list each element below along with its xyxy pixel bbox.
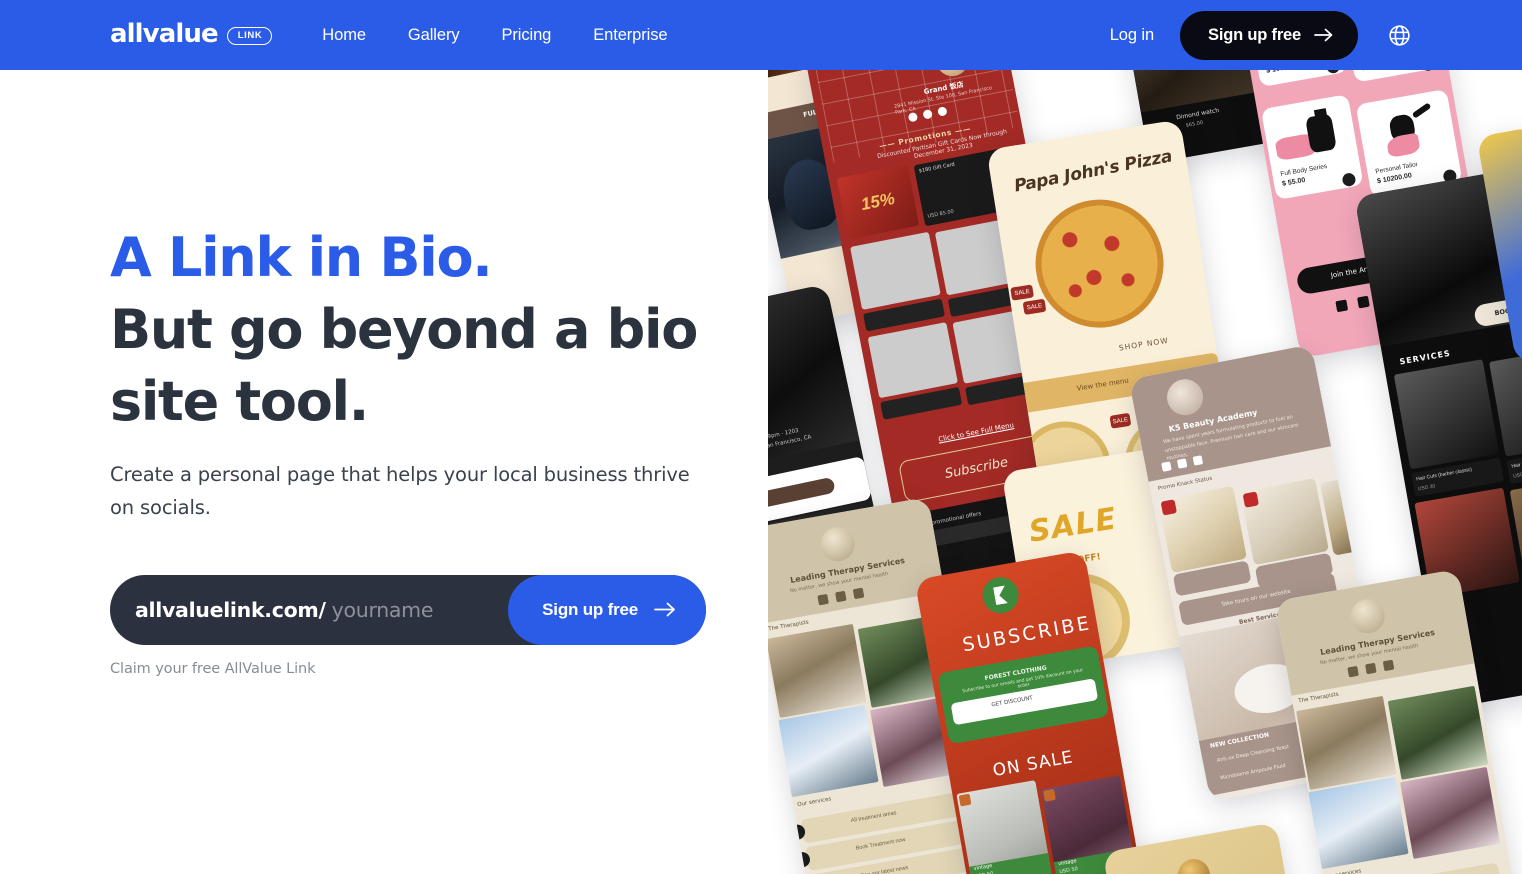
menu-photo-3 — [867, 322, 958, 399]
youtube-icon — [1382, 659, 1395, 672]
waffle-image — [768, 321, 775, 387]
nav-right-group: Log in Sign up free — [1110, 10, 1522, 60]
landing-page: allvalue LINK Home Gallery Pricing Enter… — [0, 0, 1522, 874]
facebook-icon — [1161, 461, 1172, 472]
discount-badge: 15% — [836, 164, 920, 240]
section-services: Our services — [1327, 868, 1362, 874]
service-photo-1 — [1393, 359, 1500, 470]
facebook-icon — [1335, 299, 1349, 313]
youtube-icon — [852, 587, 865, 600]
therapist-photo-3 — [1308, 776, 1409, 870]
section-services: Our services — [796, 796, 832, 809]
logo-wordmark: allvalue — [110, 19, 219, 49]
facebook-icon — [835, 590, 847, 603]
hero-subtitle: Create a personal page that helps your l… — [110, 463, 690, 520]
hero-heading-line2: But go beyond a bio — [110, 297, 698, 361]
nav-item-gallery[interactable]: Gallery — [408, 26, 460, 45]
nav-item-home[interactable]: Home — [322, 26, 366, 45]
instagram-icon — [1347, 665, 1359, 678]
claim-helper-text: Claim your free AllValue Link — [110, 660, 316, 677]
arrow-right-icon — [1314, 28, 1333, 42]
page-title: A Link in Bio. But go beyond a bio site … — [110, 222, 768, 437]
therapist-photo-1 — [1296, 695, 1397, 790]
papa-johns-title: Papa John's Pizza — [1012, 146, 1174, 197]
sale-badge — [1043, 788, 1056, 802]
hero-section: A Link in Bio. But go beyond a bio site … — [0, 70, 768, 874]
nav-item-enterprise[interactable]: Enterprise — [593, 26, 667, 45]
shop-now-label[interactable]: SHOP NOW — [1118, 336, 1169, 353]
paris-meta: Mon - Sun: 9am - 9pm · 1203 Market Stree… — [768, 427, 813, 460]
avatar — [1175, 856, 1213, 874]
claim-url-bar[interactable]: allvaluelink.com/ Sign up free — [110, 574, 706, 645]
services-heading: SERVICES — [1398, 348, 1452, 367]
hero-heading-accent: A Link in Bio. — [110, 226, 493, 289]
therapist-photo-4 — [1400, 766, 1501, 859]
product-photo-3 — [1319, 475, 1374, 556]
nav-left-group: allvalue LINK Home Gallery Pricing Enter… — [0, 19, 668, 49]
language-globe-button[interactable] — [1384, 20, 1414, 50]
price-band — [969, 852, 1052, 874]
sale-badge — [1160, 499, 1177, 516]
sale-headline: SALE — [1026, 501, 1120, 550]
pizza-image — [1026, 190, 1173, 337]
therapist-photo-1 — [768, 623, 867, 718]
instagram-icon — [817, 593, 829, 606]
nav-signup-button[interactable]: Sign up free — [1180, 10, 1358, 60]
hero-template-collage: Roasted Appetizer FULL MENU → Paris Mon … — [768, 70, 1522, 874]
hero-heading-line3: site tool. — [110, 369, 369, 433]
brand-logo[interactable]: allvalue LINK — [110, 19, 273, 49]
food-photo — [768, 70, 803, 83]
pinterest-icon — [1192, 455, 1204, 466]
nav-signup-label: Sign up free — [1208, 25, 1301, 44]
top-navigation-bar: allvalue LINK Home Gallery Pricing Enter… — [0, 0, 1522, 70]
hero-content: A Link in Bio. But go beyond a bio site … — [0, 70, 768, 677]
sale-badge — [1242, 491, 1260, 508]
sale-tag: SALE — [1010, 284, 1034, 301]
facebook-icon — [1365, 662, 1377, 675]
product-tile-2[interactable] — [1339, 70, 1443, 83]
sale-tag: SALE — [1022, 298, 1047, 315]
hero-signup-label: Sign up free — [542, 599, 638, 619]
on-sale-headline: ON SALE — [991, 747, 1075, 782]
url-prefix-label: allvaluelink.com/ — [135, 597, 326, 622]
sale-tag: SALE — [1109, 412, 1132, 429]
sale-badge — [958, 793, 972, 807]
product-card-1[interactable] — [956, 780, 1052, 874]
main-nav-links: Home Gallery Pricing Enterprise — [322, 26, 667, 45]
login-link[interactable]: Log in — [1110, 26, 1154, 45]
nav-item-pricing[interactable]: Pricing — [502, 26, 552, 45]
logo-link-badge: LINK — [226, 27, 273, 45]
instagram-icon — [1357, 295, 1370, 309]
therapist-photo-2 — [1387, 685, 1489, 780]
watch-price: $65.00 — [1185, 119, 1204, 129]
arrow-right-icon — [654, 603, 675, 617]
hero-signup-button[interactable]: Sign up free — [508, 574, 706, 645]
discount-value: 15% — [859, 188, 897, 214]
watch-title: Dimond watch — [1175, 106, 1220, 122]
menu-photo-1 — [850, 231, 941, 310]
globe-icon — [1388, 24, 1410, 46]
therapist-photo-3 — [778, 704, 879, 798]
instagram-icon — [1176, 458, 1188, 469]
section-therapists: The Therapists — [1297, 691, 1340, 705]
section-therapists: The Therapists — [768, 619, 810, 633]
brand-logo-icon — [979, 574, 1022, 617]
